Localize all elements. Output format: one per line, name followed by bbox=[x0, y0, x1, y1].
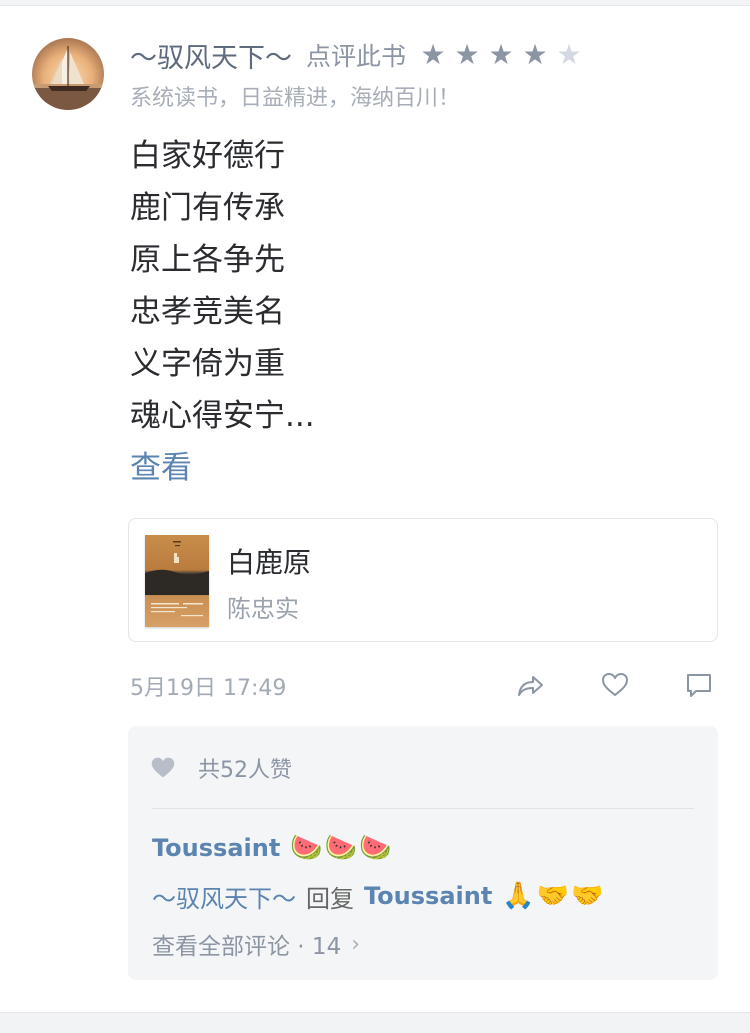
review-line: 义字倚为重 bbox=[130, 346, 285, 382]
comment-text: 🙏🤝🤝 bbox=[502, 881, 606, 911]
likes-row[interactable]: 共52人赞 bbox=[150, 750, 292, 786]
comment-text: 🍉🍉🍉 bbox=[290, 833, 394, 863]
heart-outline-icon bbox=[602, 673, 628, 696]
commenter-name[interactable]: Toussaint bbox=[152, 834, 280, 862]
comment-item[interactable]: ～驭风天下～ 回复 Toussaint 🙏🤝🤝 bbox=[152, 876, 605, 916]
review-line: 白家好德行 bbox=[130, 138, 285, 174]
comment-item[interactable]: Toussaint 🍉🍉🍉 bbox=[152, 828, 393, 868]
book-author: 陈忠实 bbox=[227, 595, 299, 623]
commenter-name[interactable]: ～驭风天下～ bbox=[152, 879, 296, 914]
reply-label: 回复 bbox=[306, 884, 354, 913]
book-card[interactable]: 白鹿原 陈忠实 bbox=[128, 518, 718, 642]
book-title: 白鹿原 bbox=[227, 546, 312, 579]
username[interactable]: ～驭风天下～ bbox=[130, 36, 292, 75]
comment-icon bbox=[687, 674, 711, 697]
user-signature: 系统读书，日益精进，海纳百川！ bbox=[130, 86, 461, 111]
share-icon bbox=[518, 676, 543, 696]
review-line: 鹿门有传承 bbox=[130, 190, 285, 226]
divider bbox=[152, 808, 694, 809]
view-all-comments-link[interactable]: 查看全部评论 · 14 › bbox=[152, 926, 360, 962]
star-icon: ★ bbox=[420, 38, 446, 71]
comment-button[interactable] bbox=[682, 668, 716, 702]
view-more-link[interactable]: 查看 bbox=[130, 446, 192, 490]
likes-count: 共52人赞 bbox=[198, 758, 292, 783]
chevron-right-icon: › bbox=[351, 931, 361, 957]
rating-stars: ★ ★ ★ ★ ★ bbox=[416, 41, 586, 69]
review-line: 原上各争先 bbox=[130, 242, 285, 278]
heart-filled-icon bbox=[151, 757, 175, 778]
star-icon: ★ bbox=[488, 38, 514, 71]
book-cover-art bbox=[145, 541, 209, 617]
like-button[interactable] bbox=[598, 668, 632, 702]
review-body: 白家好德行 鹿门有传承 原上各争先 忠孝竞美名 义字倚为重 魂心得安宁... bbox=[130, 130, 315, 442]
post-header: ～驭风天下～ 点评此书 ★ ★ ★ ★ ★ bbox=[130, 36, 586, 74]
review-line: 魂心得安宁... bbox=[130, 398, 315, 434]
avatar[interactable] bbox=[32, 38, 104, 110]
sailboat-avatar-image bbox=[32, 46, 104, 110]
share-button[interactable] bbox=[514, 668, 548, 702]
review-line: 忠孝竞美名 bbox=[130, 294, 285, 330]
interactions-panel: 共52人赞 Toussaint 🍉🍉🍉 ～驭风天下～ 回复 Toussaint … bbox=[128, 726, 718, 980]
post-timestamp: 5月19日 17:49 bbox=[130, 676, 287, 701]
view-all-label: 查看全部评论 · 14 bbox=[152, 934, 342, 960]
star-empty-icon: ★ bbox=[556, 38, 582, 71]
top-divider bbox=[0, 0, 750, 6]
action-text: 点评此书 bbox=[306, 42, 407, 71]
star-icon: ★ bbox=[522, 38, 548, 71]
reply-target-name[interactable]: Toussaint bbox=[364, 882, 492, 910]
bottom-divider bbox=[0, 1012, 750, 1033]
book-cover bbox=[145, 535, 209, 627]
star-icon: ★ bbox=[454, 38, 480, 71]
